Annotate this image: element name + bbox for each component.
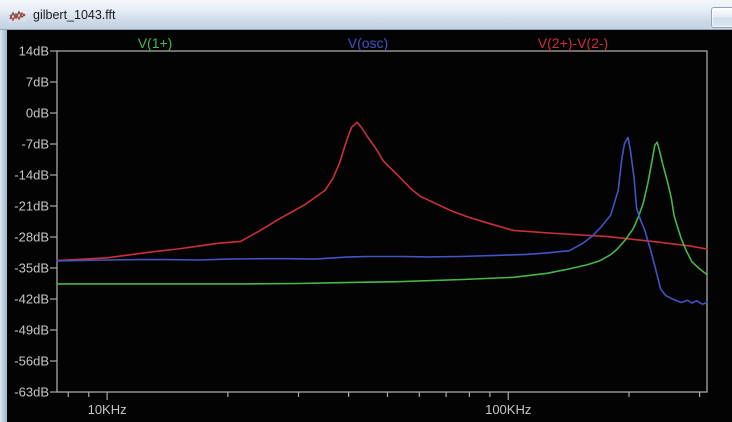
fft-chart[interactable]: 14dB 7dB 0dB -7dB -14dB -21dB -28dB -35dB -42dB -…: [0, 30, 732, 422]
y-tick-label: 14dB: [19, 44, 49, 59]
trace-vosc: [57, 137, 707, 304]
legend-v2diff[interactable]: V(2+)-V(2-): [538, 35, 608, 51]
y-tick-label: 7dB: [26, 75, 49, 90]
y-tick-label: -28dB: [14, 230, 49, 245]
trace-v1plus: [57, 142, 707, 284]
title-bar[interactable]: gilbert_1043.fft: [0, 0, 732, 30]
x-tick-label: 10KHz: [88, 402, 127, 417]
legend-vosc[interactable]: V(osc): [348, 35, 388, 51]
plot-panel: 14dB 7dB 0dB -7dB -14dB -21dB -28dB -35dB -42dB -…: [0, 30, 732, 422]
y-tick-label: -42dB: [14, 292, 49, 307]
plot-window: gilbert_1043.fft 14dB 7dB 0dB -7dB -14dB -21d…: [0, 0, 732, 422]
y-tick-label: -56dB: [14, 354, 49, 369]
y-tick-label: -14dB: [14, 168, 49, 183]
y-tick-label: -21dB: [14, 199, 49, 214]
ltspice-waveform-icon: [9, 7, 27, 23]
plot-border: [57, 51, 707, 392]
legend-v1plus[interactable]: V(1+): [138, 35, 173, 51]
window-title: gilbert_1043.fft: [33, 8, 115, 22]
y-tick-label: -7dB: [22, 137, 49, 152]
window-control-button[interactable]: [711, 7, 732, 28]
y-tick-label: -49dB: [14, 323, 49, 338]
window-left-border: [0, 30, 7, 422]
y-tick-label: 0dB: [26, 106, 49, 121]
trace-v2diff: [57, 122, 707, 260]
y-tick-label: -63dB: [14, 385, 49, 400]
x-tick-label: 100KHz: [485, 402, 531, 417]
y-tick-label: -35dB: [14, 261, 49, 276]
